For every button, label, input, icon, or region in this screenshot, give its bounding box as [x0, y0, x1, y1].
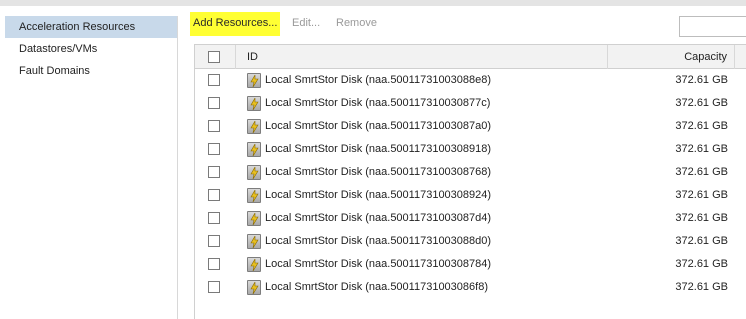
- table-body: Local SmrtStor Disk (naa.50011731003088e…: [195, 69, 746, 299]
- row-checkbox[interactable]: [208, 189, 220, 201]
- row-capacity-cell: 372.61 GB: [675, 143, 728, 155]
- row-checkbox[interactable]: [208, 281, 220, 293]
- sidebar-nav: Acceleration Resources Datastores/VMs Fa…: [5, 16, 178, 319]
- sidebar-item-datastores-vms[interactable]: Datastores/VMs: [5, 38, 177, 60]
- row-capacity-cell: 372.61 GB: [675, 258, 728, 270]
- row-id-cell: Local SmrtStor Disk (naa.50011731003088e…: [265, 74, 492, 86]
- row-checkbox[interactable]: [208, 166, 220, 178]
- sidebar-item-fault-domains[interactable]: Fault Domains: [5, 60, 177, 82]
- row-capacity-cell: 372.61 GB: [675, 120, 728, 132]
- table-row[interactable]: Local SmrtStor Disk (naa.50011731003088e…: [195, 69, 746, 92]
- column-header-capacity-cell[interactable]: Capacity: [607, 45, 735, 69]
- table-row[interactable]: Local SmrtStor Disk (naa.50011731003088d…: [195, 230, 746, 253]
- row-checkbox[interactable]: [208, 74, 220, 86]
- disk-flash-icon: [247, 234, 261, 249]
- row-id-cell: Local SmrtStor Disk (naa.500117310030878…: [265, 258, 492, 270]
- row-checkbox[interactable]: [208, 97, 220, 109]
- table-row[interactable]: Local SmrtStor Disk (naa.500117310030892…: [195, 184, 746, 207]
- row-checkbox[interactable]: [208, 235, 220, 247]
- disk-flash-icon: [247, 280, 261, 295]
- disk-flash-icon: [247, 96, 261, 111]
- table-row[interactable]: Local SmrtStor Disk (naa.500117310030876…: [195, 161, 746, 184]
- table-row[interactable]: Local SmrtStor Disk (naa.500117310030891…: [195, 138, 746, 161]
- table-row[interactable]: Local SmrtStor Disk (naa.500117310030878…: [195, 253, 746, 276]
- row-id-cell: Local SmrtStor Disk (naa.500117310030876…: [265, 166, 492, 178]
- row-checkbox[interactable]: [208, 143, 220, 155]
- row-id-cell: Local SmrtStor Disk (naa.50011731003088d…: [265, 235, 492, 247]
- disk-flash-icon: [247, 165, 261, 180]
- row-capacity-cell: 372.61 GB: [675, 189, 728, 201]
- add-resources-button[interactable]: Add Resources...: [190, 12, 280, 36]
- table-row[interactable]: Local SmrtStor Disk (naa.500117310030877…: [195, 92, 746, 115]
- disk-flash-icon: [247, 188, 261, 203]
- row-capacity-cell: 372.61 GB: [675, 166, 728, 178]
- row-checkbox[interactable]: [208, 212, 220, 224]
- top-strip: [0, 0, 746, 6]
- toolbar: Add Resources... Edit... Remove: [190, 12, 746, 37]
- remove-button[interactable]: Remove: [336, 12, 377, 36]
- disk-flash-icon: [247, 142, 261, 157]
- row-capacity-cell: 372.61 GB: [675, 74, 728, 86]
- row-id-cell: Local SmrtStor Disk (naa.500117310030877…: [265, 97, 491, 109]
- table-row[interactable]: Local SmrtStor Disk (naa.50011731003086f…: [195, 276, 746, 299]
- row-id-cell: Local SmrtStor Disk (naa.50011731003087a…: [265, 120, 492, 132]
- table-row[interactable]: Local SmrtStor Disk (naa.50011731003087a…: [195, 115, 746, 138]
- row-capacity-cell: 372.61 GB: [675, 235, 728, 247]
- disk-flash-icon: [247, 257, 261, 272]
- row-capacity-cell: 372.61 GB: [675, 281, 728, 293]
- row-id-cell: Local SmrtStor Disk (naa.500117310030892…: [265, 189, 492, 201]
- column-header-id[interactable]: ID: [247, 45, 258, 69]
- row-id-cell: Local SmrtStor Disk (naa.50011731003086f…: [265, 281, 488, 293]
- header-checkbox-cell: [195, 45, 236, 69]
- row-id-cell: Local SmrtStor Disk (naa.50011731003087d…: [265, 212, 492, 224]
- table-header: ID Capacity: [195, 45, 746, 69]
- disk-flash-icon: [247, 211, 261, 226]
- row-capacity-cell: 372.61 GB: [675, 97, 728, 109]
- row-id-cell: Local SmrtStor Disk (naa.500117310030891…: [265, 143, 492, 155]
- column-header-capacity[interactable]: Capacity: [684, 45, 727, 69]
- row-checkbox[interactable]: [208, 120, 220, 132]
- disk-flash-icon: [247, 119, 261, 134]
- row-checkbox[interactable]: [208, 258, 220, 270]
- sidebar-item-acceleration-resources[interactable]: Acceleration Resources: [5, 16, 177, 38]
- filter-input[interactable]: [679, 16, 746, 37]
- row-capacity-cell: 372.61 GB: [675, 212, 728, 224]
- select-all-checkbox[interactable]: [208, 51, 220, 63]
- disk-flash-icon: [247, 73, 261, 88]
- edit-button[interactable]: Edit...: [292, 12, 320, 36]
- resources-table: ID Capacity Local SmrtStor Disk (naa.500…: [194, 44, 746, 319]
- table-row[interactable]: Local SmrtStor Disk (naa.50011731003087d…: [195, 207, 746, 230]
